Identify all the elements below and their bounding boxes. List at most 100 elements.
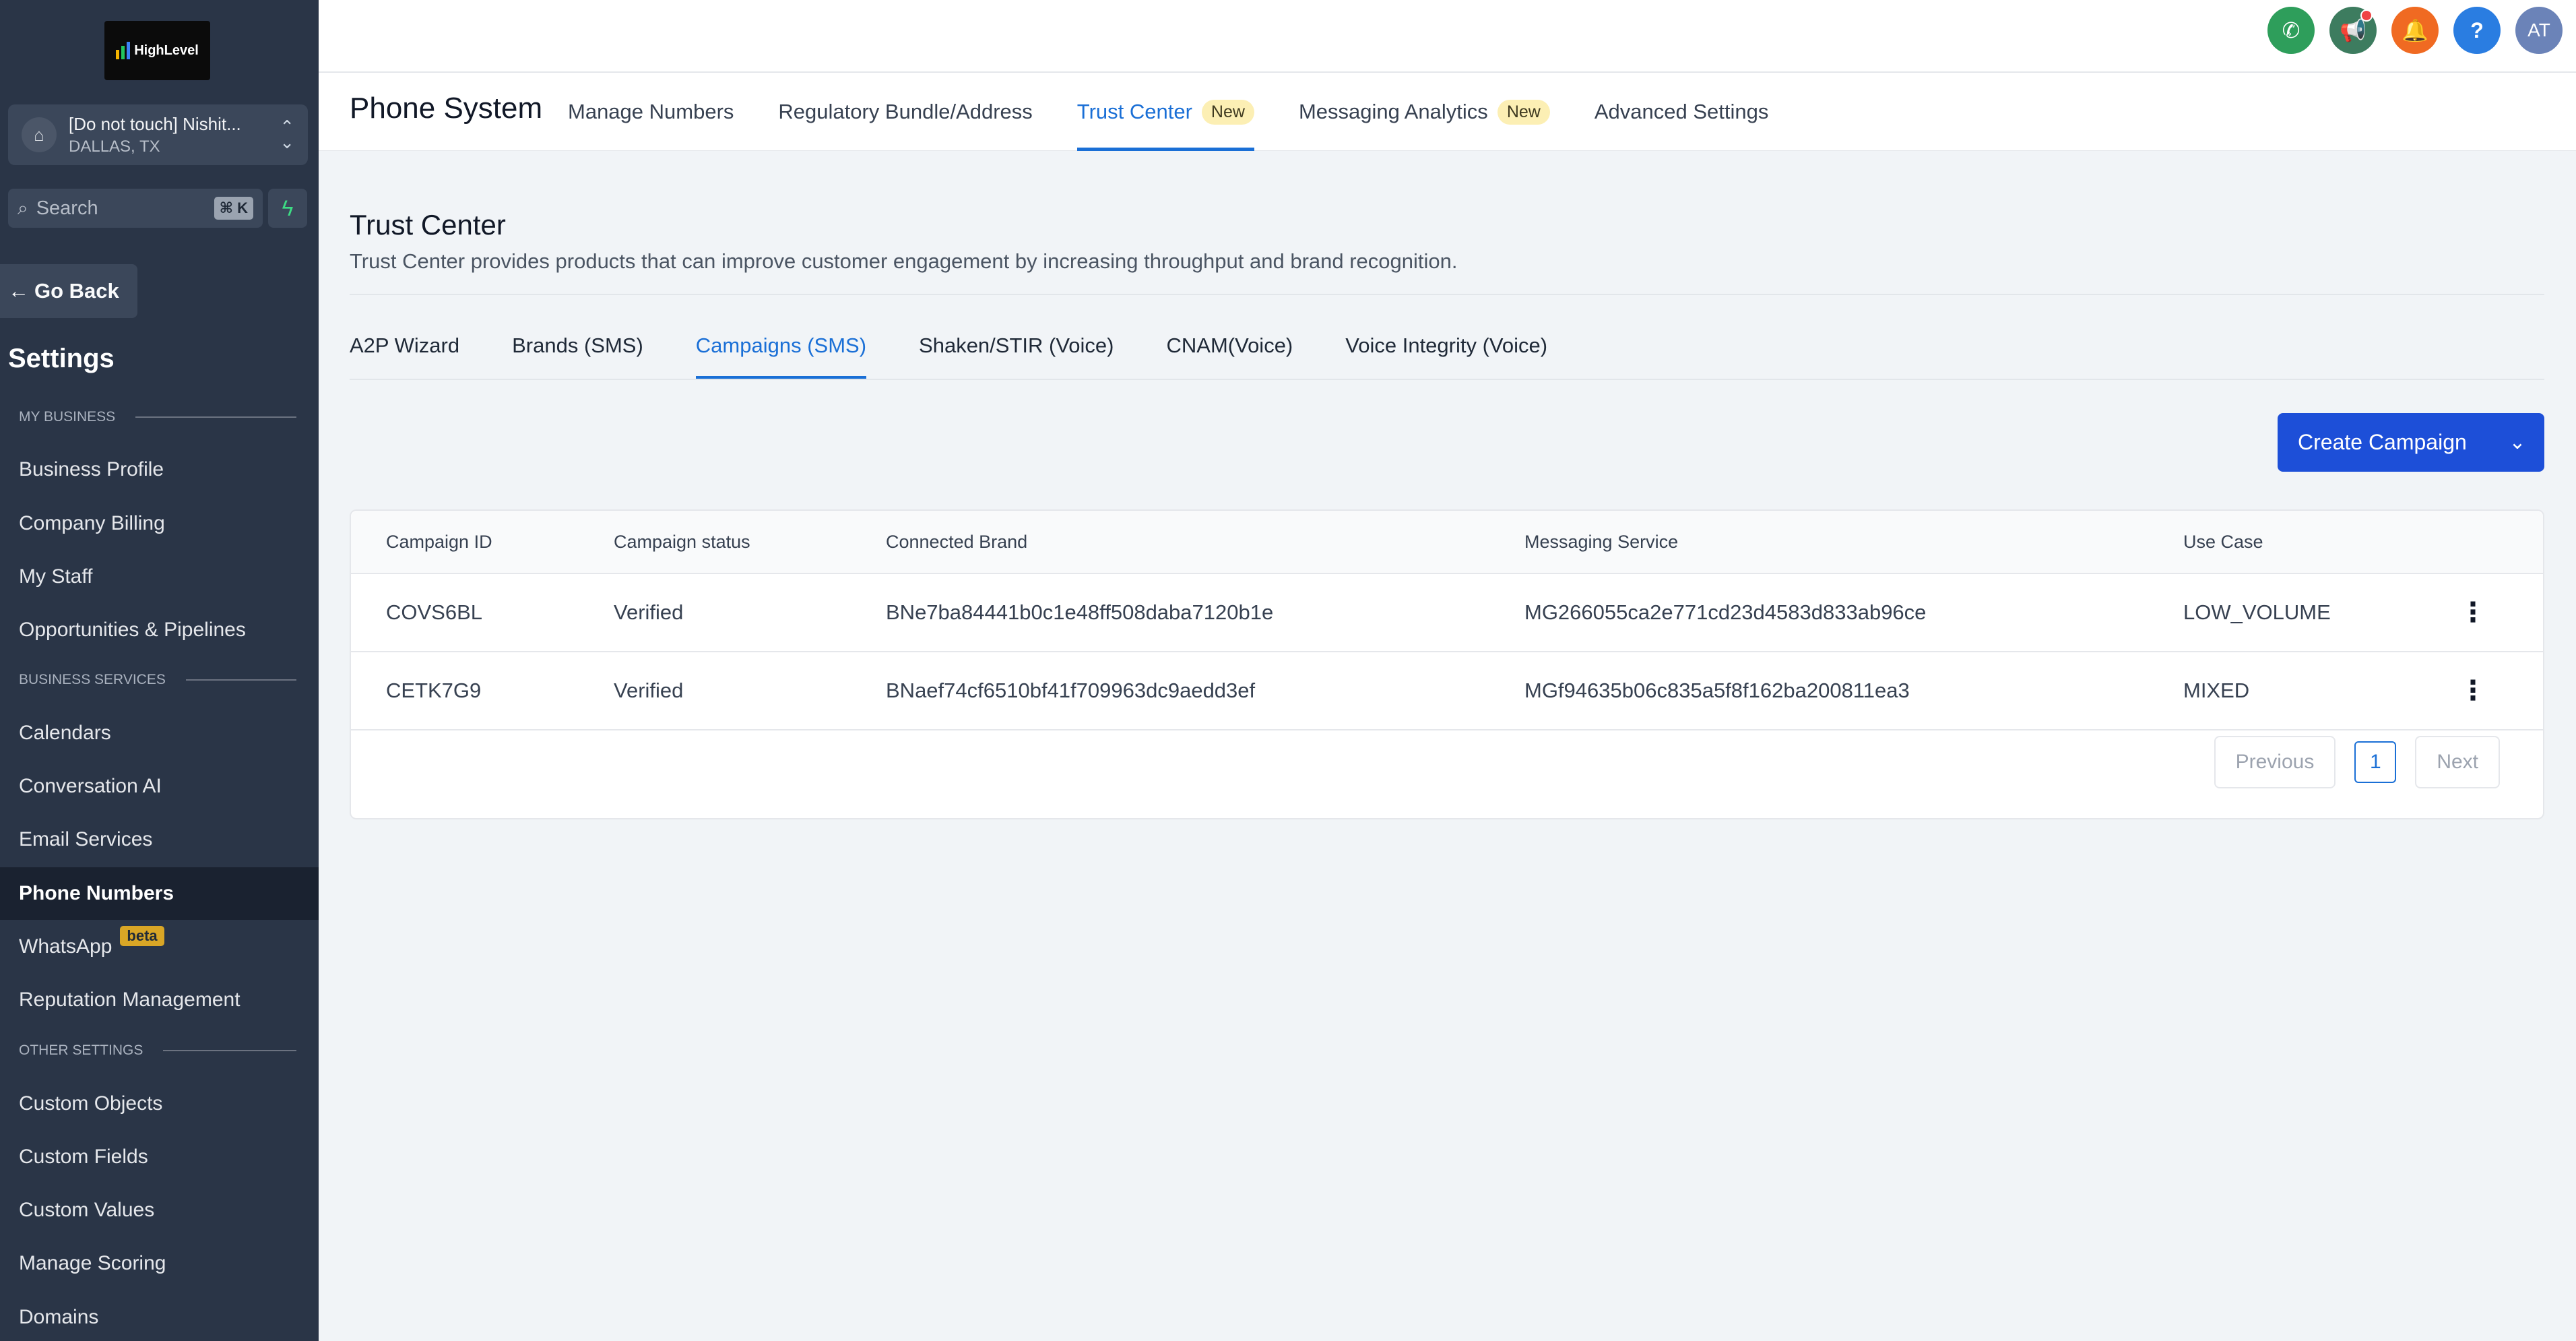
- previous-button[interactable]: Previous: [2214, 736, 2336, 788]
- go-back-label: Go Back: [34, 279, 119, 303]
- sidebar-item-manage-scoring[interactable]: Manage Scoring: [0, 1237, 319, 1290]
- header-messaging-service: Messaging Service: [1524, 531, 1679, 552]
- page-title: Phone System: [350, 92, 543, 125]
- subtab-cnam[interactable]: CNAM(Voice): [1167, 313, 1293, 379]
- sidebar: HighLevel ⌂ [Do not touch] Nishit... DAL…: [0, 0, 319, 1341]
- connected-brand: BNaef74cf6510bf41f709963dc9aedd3ef: [886, 679, 1256, 702]
- chevron-down-icon[interactable]: ⌄: [2490, 431, 2544, 454]
- tab-label: Messaging Analytics: [1298, 100, 1488, 123]
- highlevel-logo[interactable]: HighLevel: [104, 21, 210, 80]
- tab-label: Manage Numbers: [568, 100, 734, 123]
- account-location: DALLAS, TX: [69, 137, 160, 156]
- megaphone-icon[interactable]: 📢: [2329, 7, 2377, 54]
- sidebar-item-custom-objects[interactable]: Custom Objects: [0, 1078, 319, 1130]
- use-case: MIXED: [2183, 679, 2250, 702]
- subtab-a2p-wizard[interactable]: A2P Wizard: [350, 313, 459, 379]
- campaign-status: Verified: [614, 600, 684, 624]
- create-campaign-label: Create Campaign: [2298, 430, 2467, 454]
- user-avatar[interactable]: AT: [2515, 7, 2563, 54]
- sidebar-item-domains[interactable]: Domains: [0, 1291, 319, 1341]
- section-other-settings: OTHER SETTINGS: [19, 1042, 296, 1059]
- phone-icon[interactable]: ✆: [2267, 7, 2315, 54]
- header-campaign-status: Campaign status: [614, 531, 750, 552]
- header-connected-brand: Connected Brand: [886, 531, 1028, 552]
- use-case: LOW_VOLUME: [2183, 600, 2331, 624]
- chevron-up-down-icon: ⌃ ⌄: [280, 116, 294, 152]
- search-label: Search: [36, 197, 98, 219]
- sidebar-item-calendars[interactable]: Calendars: [0, 707, 319, 759]
- beta-badge: beta: [120, 926, 164, 946]
- lightning-bolt-icon[interactable]: ϟ: [268, 189, 307, 228]
- section-label-text: BUSINESS SERVICES: [19, 672, 166, 687]
- section-label-text: OTHER SETTINGS: [19, 1042, 143, 1058]
- sidebar-item-opportunities-pipelines[interactable]: Opportunities & Pipelines: [0, 604, 319, 656]
- tab-trust-center[interactable]: Trust Center New: [1076, 73, 1255, 151]
- table-header: Campaign ID Campaign status Connected Br…: [351, 511, 2543, 574]
- tab-label: Trust Center: [1076, 100, 1192, 123]
- page-header: Phone System Manage Numbers Regulatory B…: [319, 73, 2576, 151]
- tab-advanced-settings[interactable]: Advanced Settings: [1595, 73, 1769, 151]
- logo-text: HighLevel: [134, 42, 199, 58]
- more-vertical-icon[interactable]: ⋮: [2459, 597, 2486, 628]
- section-my-business: MY BUSINESS: [19, 409, 296, 425]
- sidebar-item-whatsapp[interactable]: WhatsApp beta: [0, 921, 319, 973]
- arrow-left-icon: ←: [8, 279, 29, 303]
- sidebar-item-email-services[interactable]: Email Services: [0, 813, 319, 866]
- subtab-campaigns-sms[interactable]: Campaigns (SMS): [695, 313, 867, 379]
- more-vertical-icon[interactable]: ⋮: [2459, 675, 2486, 706]
- campaigns-table: Campaign ID Campaign status Connected Br…: [350, 509, 2544, 819]
- sidebar-item-custom-values[interactable]: Custom Values: [0, 1184, 319, 1237]
- bell-icon[interactable]: 🔔: [2391, 7, 2439, 54]
- pagination: Previous 1 Next: [2214, 736, 2500, 788]
- divider: [350, 379, 2544, 380]
- sidebar-item-company-billing[interactable]: Company Billing: [0, 497, 319, 550]
- page-number-button[interactable]: 1: [2354, 741, 2397, 783]
- section-label-text: MY BUSINESS: [19, 409, 116, 425]
- new-badge: New: [1201, 99, 1254, 125]
- table-row: CETK7G9 Verified BNaef74cf6510bf41f70996…: [351, 652, 2543, 730]
- campaign-id: COVS6BL: [386, 600, 483, 624]
- main-tabs: Manage Numbers Regulatory Bundle/Address…: [568, 73, 1768, 151]
- sidebar-item-conversation-ai[interactable]: Conversation AI: [0, 760, 319, 813]
- topbar: ✆ 📢 🔔 ? AT: [319, 0, 2576, 73]
- table-row: COVS6BL Verified BNe7ba84441b0c1e48ff508…: [351, 574, 2543, 652]
- search-bar[interactable]: ⌕ Search ⌘ K: [8, 189, 263, 228]
- location-icon: ⌂: [22, 117, 57, 152]
- tab-manage-numbers[interactable]: Manage Numbers: [568, 73, 734, 151]
- messaging-service: MGf94635b06c835a5f8f162ba200811ea3: [1524, 679, 1910, 702]
- connected-brand: BNe7ba84441b0c1e48ff508daba7120b1e: [886, 600, 1274, 624]
- sidebar-item-my-staff[interactable]: My Staff: [0, 551, 319, 603]
- campaign-status: Verified: [614, 679, 684, 702]
- sub-tabs: A2P Wizard Brands (SMS) Campaigns (SMS) …: [350, 313, 1547, 379]
- create-campaign-button[interactable]: Create Campaign ⌄: [2278, 413, 2544, 472]
- tab-label: Regulatory Bundle/Address: [778, 100, 1033, 123]
- settings-title: Settings: [8, 344, 115, 373]
- go-back-button[interactable]: ← Go Back: [0, 264, 137, 318]
- messaging-service: MG266055ca2e771cd23d4583d833ab96ce: [1524, 600, 1927, 624]
- notification-dot: [2360, 9, 2373, 22]
- subtab-shaken-stir[interactable]: Shaken/STIR (Voice): [919, 313, 1114, 379]
- subtab-voice-integrity[interactable]: Voice Integrity (Voice): [1345, 313, 1547, 379]
- tab-label: Advanced Settings: [1594, 100, 1769, 123]
- account-name: [Do not touch] Nishit...: [69, 113, 241, 134]
- next-button[interactable]: Next: [2415, 736, 2500, 788]
- search-shortcut: ⌘ K: [214, 197, 253, 220]
- tab-messaging-analytics[interactable]: Messaging Analytics New: [1299, 73, 1550, 151]
- divider: [350, 294, 2544, 295]
- sidebar-item-business-profile[interactable]: Business Profile: [0, 443, 319, 496]
- tab-regulatory-bundle[interactable]: Regulatory Bundle/Address: [778, 73, 1032, 151]
- sidebar-item-custom-fields[interactable]: Custom Fields: [0, 1131, 319, 1183]
- section-business-services: BUSINESS SERVICES: [19, 672, 296, 688]
- campaign-id: CETK7G9: [386, 679, 482, 702]
- sidebar-item-reputation-management[interactable]: Reputation Management: [0, 974, 319, 1026]
- header-use-case: Use Case: [2183, 531, 2263, 552]
- sidebar-item-phone-numbers[interactable]: Phone Numbers: [0, 867, 319, 920]
- help-icon[interactable]: ?: [2453, 7, 2501, 54]
- new-badge: New: [1497, 99, 1550, 125]
- account-switcher[interactable]: ⌂ [Do not touch] Nishit... DALLAS, TX ⌃ ⌄: [8, 104, 308, 165]
- search-icon: ⌕: [18, 197, 28, 218]
- header-campaign-id: Campaign ID: [386, 531, 492, 552]
- section-title: Trust Center: [350, 209, 506, 241]
- subtab-brands-sms[interactable]: Brands (SMS): [512, 313, 643, 379]
- sidebar-item-label: WhatsApp: [19, 935, 112, 958]
